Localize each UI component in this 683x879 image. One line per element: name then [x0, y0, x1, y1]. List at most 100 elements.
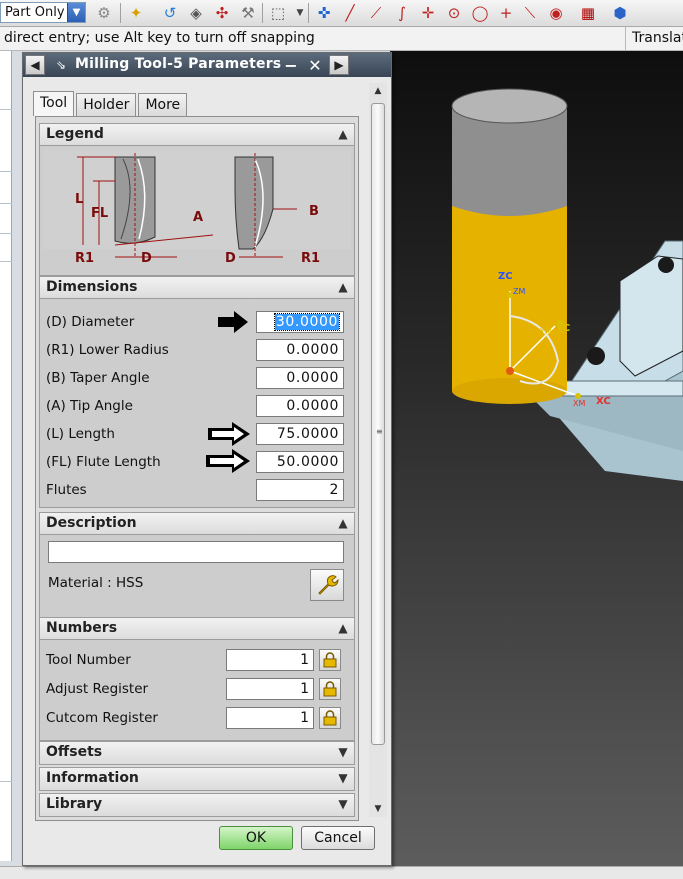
selection-filter-dropdown[interactable]: Part Only ▼ — [0, 2, 86, 23]
forward-icon[interactable]: ▶ — [329, 55, 349, 75]
line-end-icon[interactable]: ⟋ — [366, 3, 386, 23]
plus-icon[interactable]: + — [496, 3, 516, 23]
taper-angle-label: (B) Taper Angle — [46, 370, 150, 386]
axis-label-ym: YM — [539, 327, 552, 336]
cancel-button[interactable]: Cancel — [301, 826, 375, 850]
lower-radius-label: (R1) Lower Radius — [46, 342, 169, 358]
dimension-row-length: (L) Length 75.0000 — [46, 423, 346, 445]
tool-number-label: Tool Number — [46, 652, 131, 668]
point-icon[interactable]: ✜ — [314, 3, 334, 23]
curve-icon[interactable]: ∫ — [392, 3, 412, 23]
minimize-icon[interactable]: − — [281, 55, 301, 75]
legend-label-r1-left: R1 — [75, 251, 94, 266]
chevron-down-icon[interactable]: ▼ — [290, 3, 310, 23]
graphics-viewport[interactable]: ZC ZM YC YM XC XM — [390, 51, 683, 869]
undo-arrow-icon[interactable]: ↺ — [160, 3, 180, 23]
dimensions-group: Dimensions ▲ (D) Diameter 30.0000 (R1) L… — [39, 276, 355, 508]
tool-number-row: Tool Number 1 — [46, 648, 346, 672]
line-icon[interactable]: ╱ — [340, 3, 360, 23]
cube-icon[interactable]: ⬢ — [610, 3, 630, 23]
axis-label-zm: ZM — [513, 287, 525, 296]
arrow-annotation-flute-length — [206, 449, 250, 473]
chevron-up-icon[interactable]: ▲ — [336, 280, 350, 294]
description-header[interactable]: Description ▲ — [40, 513, 354, 535]
chevron-up-icon[interactable]: ▲ — [336, 621, 350, 635]
tip-angle-field[interactable]: 0.0000 — [256, 395, 344, 417]
status-bar — [0, 866, 683, 879]
dialog-titlebar[interactable]: ◀ ⇘ Milling Tool-5 Parameters − ✕ ▶ — [23, 53, 391, 77]
lower-radius-field[interactable]: 0.0000 — [256, 339, 344, 361]
flutes-field[interactable]: 2 — [256, 479, 344, 501]
legend-label-r1-right: R1 — [301, 251, 320, 266]
legend-header[interactable]: Legend ▲ — [40, 124, 354, 146]
transform-icon[interactable]: ✣ — [212, 3, 232, 23]
lock-icon[interactable] — [319, 649, 341, 671]
library-group[interactable]: Library ▼ — [39, 793, 355, 817]
wrench-icon[interactable]: ⚒ — [238, 3, 258, 23]
chevron-down-icon[interactable]: ▼ — [336, 771, 350, 785]
scrollbar-thumb[interactable]: ≡ — [371, 103, 385, 745]
circle-icon[interactable]: ◯ — [470, 3, 490, 23]
material-library-button[interactable] — [310, 569, 344, 601]
toolbar-separator — [262, 3, 263, 23]
center-icon[interactable]: ⊙ — [444, 3, 464, 23]
selection-filter-value: Part Only — [5, 5, 65, 20]
tool-bottom — [452, 378, 567, 404]
view-icon[interactable]: ◉ — [546, 3, 566, 23]
chevron-up-icon[interactable]: ▲ — [336, 127, 350, 141]
length-field[interactable]: 75.0000 — [256, 423, 344, 445]
flute-length-field[interactable]: 50.0000 — [256, 451, 344, 473]
numbers-header[interactable]: Numbers ▲ — [40, 618, 354, 640]
scroll-down-icon[interactable]: ▼ — [369, 801, 387, 817]
offsets-title: Offsets — [46, 744, 103, 760]
ok-button[interactable]: OK — [219, 826, 293, 850]
diameter-value: 30.0000 — [273, 313, 341, 331]
numbers-group: Numbers ▲ Tool Number 1 Adjust Register … — [39, 617, 355, 741]
adjust-register-label: Adjust Register — [46, 681, 149, 697]
box-icon[interactable]: ◈ — [186, 3, 206, 23]
arrow-annotation-diameter — [218, 311, 248, 333]
dimensions-header[interactable]: Dimensions ▲ — [40, 277, 354, 299]
axis-label-yc: YC — [555, 323, 570, 334]
tab-more[interactable]: More — [138, 93, 188, 116]
chevron-down-icon[interactable]: ▼ — [67, 3, 85, 22]
scroll-up-icon[interactable]: ▲ — [369, 83, 387, 99]
chevron-up-icon[interactable]: ▲ — [336, 516, 350, 530]
grid-icon[interactable]: ▦ — [578, 3, 598, 23]
intersect-icon[interactable]: ✛ — [418, 3, 438, 23]
wcs-origin-handle[interactable] — [506, 367, 514, 375]
snap-point-icon[interactable]: ✦ — [126, 3, 146, 23]
reset-icon[interactable]: ⇘ — [53, 57, 69, 73]
dialog-scrollbar[interactable]: ▲ ≡ ▼ — [369, 83, 387, 817]
tool-number-field[interactable]: 1 — [226, 649, 314, 671]
dimensions-title: Dimensions — [46, 279, 138, 295]
back-icon[interactable]: ◀ — [25, 55, 45, 75]
description-input[interactable] — [48, 541, 344, 563]
lock-icon[interactable] — [319, 707, 341, 729]
navigator-strip — [0, 51, 12, 861]
lock-icon[interactable] — [319, 678, 341, 700]
taper-angle-field[interactable]: 0.0000 — [256, 367, 344, 389]
gear-icon[interactable]: ⚙ — [94, 3, 114, 23]
description-group: Description ▲ Material : HSS — [39, 512, 355, 619]
arrow-annotation-length — [208, 422, 250, 446]
description-title: Description — [46, 515, 137, 531]
tab-tool[interactable]: Tool — [33, 91, 75, 116]
tangent-icon[interactable]: ⟍ — [520, 3, 540, 23]
toolbar-separator — [308, 3, 309, 23]
dimension-row-flutes: Flutes 2 — [46, 479, 346, 501]
length-label: (L) Length — [46, 426, 115, 442]
tab-holder[interactable]: Holder — [76, 93, 137, 116]
cutcom-register-row: Cutcom Register 1 — [46, 706, 346, 730]
offsets-group[interactable]: Offsets ▼ — [39, 741, 355, 765]
legend-title: Legend — [46, 126, 104, 142]
diameter-field[interactable]: 30.0000 — [256, 311, 344, 333]
information-group[interactable]: Information ▼ — [39, 767, 355, 791]
adjust-register-field[interactable]: 1 — [226, 678, 314, 700]
chevron-down-icon[interactable]: ▼ — [336, 745, 350, 759]
cutcom-register-field[interactable]: 1 — [226, 707, 314, 729]
select-box-icon[interactable]: ⬚ — [268, 3, 288, 23]
status-message: Translat — [625, 27, 683, 50]
chevron-down-icon[interactable]: ▼ — [336, 797, 350, 811]
close-icon[interactable]: ✕ — [305, 55, 325, 75]
